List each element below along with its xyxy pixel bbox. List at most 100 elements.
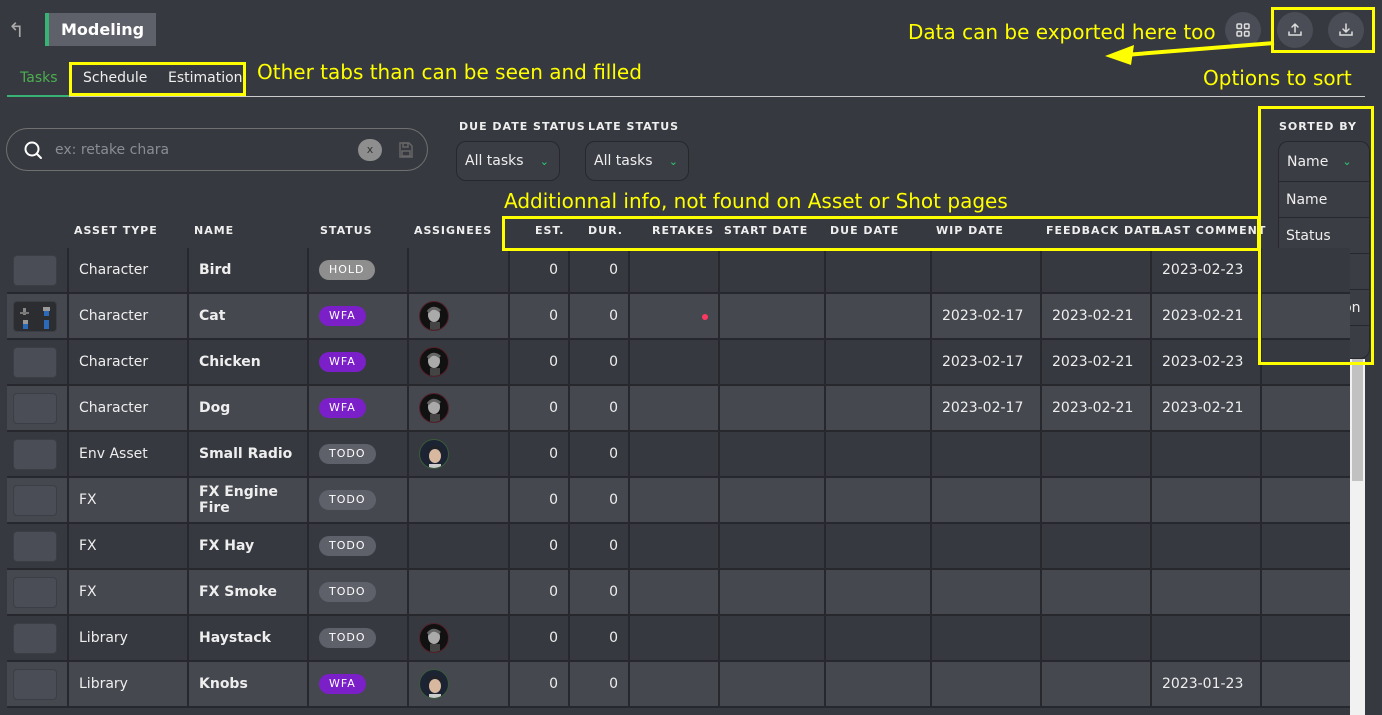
start-date-cell[interactable] <box>720 662 826 706</box>
feedback-date-cell[interactable] <box>1042 616 1152 660</box>
status-badge[interactable]: WFA <box>319 306 366 326</box>
estimation-cell[interactable]: 0 <box>510 248 570 292</box>
status-cell[interactable]: HOLD <box>309 248 409 292</box>
feedback-date-cell[interactable]: 2023-02-21 <box>1042 340 1152 384</box>
table-row[interactable]: FX FX Engine Fire TODO 0 0 <box>7 478 1350 524</box>
retakes-cell[interactable] <box>630 570 720 614</box>
avatar[interactable] <box>419 669 449 699</box>
last-comment-cell[interactable] <box>1152 570 1262 614</box>
column-header-assignees[interactable]: ASSIGNEES <box>414 224 492 237</box>
back-arrow-icon[interactable]: ↰ <box>8 18 28 42</box>
retakes-cell[interactable] <box>630 386 720 430</box>
name-cell[interactable]: Cat <box>189 294 309 338</box>
assignees-cell[interactable] <box>409 432 510 476</box>
status-cell[interactable]: TODO <box>309 616 409 660</box>
due-date-cell[interactable] <box>826 524 932 568</box>
name-cell[interactable]: Dog <box>189 386 309 430</box>
table-row[interactable]: Character Bird HOLD 0 0 2023-02-23 <box>7 248 1350 294</box>
last-comment-cell[interactable] <box>1152 524 1262 568</box>
table-row[interactable]: Character Cat WFA 0 0 2023-02-17 2023-02-21 202… <box>7 294 1350 340</box>
thumbnail[interactable] <box>13 254 57 286</box>
table-row[interactable]: FX FX Smoke TODO 0 0 <box>7 570 1350 616</box>
wip-date-cell[interactable]: 2023-02-17 <box>932 386 1042 430</box>
wip-date-cell[interactable]: 2023-02-17 <box>932 294 1042 338</box>
retakes-cell[interactable] <box>630 524 720 568</box>
retakes-cell[interactable] <box>630 478 720 522</box>
assignees-cell[interactable] <box>409 616 510 660</box>
asset-type-cell[interactable]: Character <box>69 294 189 338</box>
thumbnail[interactable] <box>13 530 57 562</box>
asset-type-cell[interactable]: FX <box>69 478 189 522</box>
asset-type-cell[interactable]: Library <box>69 616 189 660</box>
search-input[interactable] <box>55 139 345 161</box>
table-row[interactable]: Character Chicken WFA 0 0 2023-02-17 2023-02-2… <box>7 340 1350 386</box>
due-date-cell[interactable] <box>826 616 932 660</box>
estimation-cell[interactable]: 0 <box>510 340 570 384</box>
feedback-date-cell[interactable] <box>1042 478 1152 522</box>
status-badge[interactable]: TODO <box>319 582 376 602</box>
duration-cell[interactable]: 0 <box>570 524 630 568</box>
estimation-cell[interactable]: 0 <box>510 524 570 568</box>
thumbnail[interactable] <box>13 484 57 516</box>
due-date-status-select[interactable]: All tasks ⌄ <box>456 141 560 181</box>
assignees-cell[interactable] <box>409 386 510 430</box>
thumbnail-cell[interactable] <box>7 662 69 706</box>
thumbnail[interactable] <box>13 576 57 608</box>
table-row[interactable]: Library Knobs WFA 0 0 2023-01-23 <box>7 662 1350 708</box>
feedback-date-cell[interactable] <box>1042 524 1152 568</box>
assignees-cell[interactable] <box>409 478 510 522</box>
estimation-cell[interactable]: 0 <box>510 294 570 338</box>
status-cell[interactable]: TODO <box>309 570 409 614</box>
due-date-cell[interactable] <box>826 340 932 384</box>
status-cell[interactable]: WFA <box>309 294 409 338</box>
status-badge[interactable]: WFA <box>319 674 366 694</box>
asset-type-cell[interactable]: Library <box>69 662 189 706</box>
extra-cell[interactable] <box>1262 616 1350 660</box>
retakes-cell[interactable] <box>630 432 720 476</box>
duration-cell[interactable]: 0 <box>570 570 630 614</box>
feedback-date-cell[interactable] <box>1042 662 1152 706</box>
status-cell[interactable]: WFA <box>309 340 409 384</box>
thumbnail-cell[interactable] <box>7 386 69 430</box>
start-date-cell[interactable] <box>720 294 826 338</box>
status-cell[interactable]: WFA <box>309 662 409 706</box>
duration-cell[interactable]: 0 <box>570 248 630 292</box>
table-row[interactable]: Env Asset Small Radio TODO 0 0 <box>7 432 1350 478</box>
start-date-cell[interactable] <box>720 478 826 522</box>
wip-date-cell[interactable] <box>932 616 1042 660</box>
due-date-cell[interactable] <box>826 662 932 706</box>
table-row[interactable]: Character Dog WFA 0 0 2023-02-17 2023-02-21 202… <box>7 386 1350 432</box>
wip-date-cell[interactable]: 2023-02-17 <box>932 340 1042 384</box>
status-badge[interactable]: TODO <box>319 536 376 556</box>
wip-date-cell[interactable] <box>932 432 1042 476</box>
feedback-date-cell[interactable] <box>1042 570 1152 614</box>
wip-date-cell[interactable] <box>932 662 1042 706</box>
avatar[interactable] <box>419 439 449 469</box>
table-row[interactable]: FX FX Hay TODO 0 0 <box>7 524 1350 570</box>
duration-cell[interactable]: 0 <box>570 478 630 522</box>
thumbnail[interactable] <box>13 392 57 424</box>
status-cell[interactable]: WFA <box>309 386 409 430</box>
status-cell[interactable]: TODO <box>309 432 409 476</box>
retakes-cell[interactable] <box>630 340 720 384</box>
thumbnail[interactable] <box>13 346 57 378</box>
thumbnail-cell[interactable] <box>7 294 69 338</box>
status-cell[interactable]: TODO <box>309 524 409 568</box>
table-row[interactable]: Library Haystack TODO 0 0 <box>7 616 1350 662</box>
column-header-name[interactable]: NAME <box>194 224 234 237</box>
estimation-cell[interactable]: 0 <box>510 478 570 522</box>
retakes-cell[interactable] <box>630 294 720 338</box>
scrollbar-thumb[interactable] <box>1352 359 1363 481</box>
duration-cell[interactable]: 0 <box>570 294 630 338</box>
late-status-select[interactable]: All tasks ⌄ <box>585 141 689 181</box>
assignees-cell[interactable] <box>409 340 510 384</box>
name-cell[interactable]: FX Smoke <box>189 570 309 614</box>
status-badge[interactable]: WFA <box>319 398 366 418</box>
due-date-cell[interactable] <box>826 386 932 430</box>
thumbnail-cell[interactable] <box>7 524 69 568</box>
feedback-date-cell[interactable] <box>1042 248 1152 292</box>
asset-type-cell[interactable]: FX <box>69 524 189 568</box>
due-date-cell[interactable] <box>826 570 932 614</box>
assignees-cell[interactable] <box>409 570 510 614</box>
status-badge[interactable]: WFA <box>319 352 366 372</box>
